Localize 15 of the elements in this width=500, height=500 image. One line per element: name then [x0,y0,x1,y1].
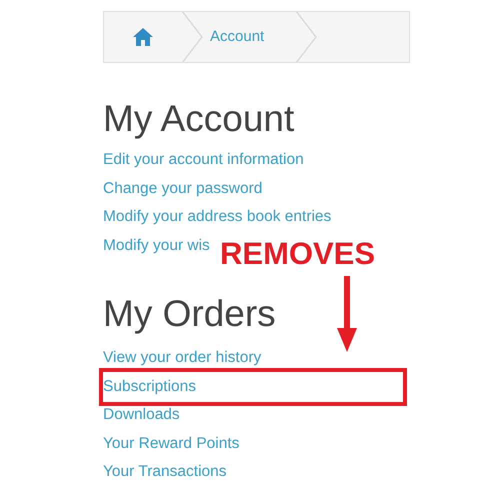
menu-link[interactable]: Downloads [103,401,180,430]
annotation-label: REMOVES [220,236,376,272]
menu-link[interactable]: Your Transactions [103,458,227,486]
home-icon[interactable] [132,27,154,47]
section-heading: My Orders [103,294,276,334]
menu-link[interactable]: View your order history [103,344,262,372]
arrow-icon [337,276,357,352]
menu-link[interactable]: Edit your account information [103,146,304,174]
menu-link[interactable]: Subscriptions [103,372,196,401]
menu-link[interactable]: Change your password [103,174,262,203]
breadcrumb-link[interactable]: Account [210,26,264,48]
menu-link[interactable]: Modify your wis [103,232,210,260]
menu-link[interactable]: Your Reward Points [103,430,240,458]
menu-link[interactable]: Modify your address book entries [103,203,332,232]
section-heading: My Account [103,99,294,139]
